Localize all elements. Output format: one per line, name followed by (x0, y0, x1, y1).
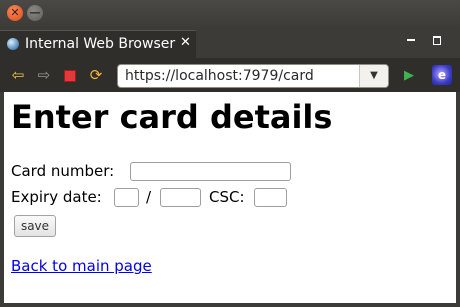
stop-icon[interactable] (60, 65, 80, 85)
expiry-year-input[interactable] (160, 188, 201, 207)
view-minimize-icon[interactable] (407, 39, 415, 41)
expiry-date-label: Expiry date: (11, 188, 102, 206)
go-icon[interactable]: ▶ (398, 65, 420, 87)
refresh-icon[interactable]: ⟳ (86, 65, 106, 85)
csc-label: CSC: (209, 188, 245, 206)
page-content: Enter card details Card number: Expiry d… (4, 92, 456, 303)
forward-arrow-icon[interactable]: ⇨ (34, 65, 54, 85)
url-dropdown-icon[interactable]: ▼ (359, 65, 388, 87)
back-arrow-icon[interactable]: ⇦ (8, 65, 28, 85)
save-button[interactable]: save (14, 215, 56, 237)
url-bar[interactable]: https://localhost:7979/card ▼ (117, 64, 389, 88)
tab-title: Internal Web Browser (25, 36, 176, 52)
url-text[interactable]: https://localhost:7979/card (125, 68, 314, 84)
window-close-button[interactable]: ✕ (7, 5, 23, 21)
card-number-label: Card number: (11, 162, 115, 180)
view-maximize-icon[interactable] (433, 36, 441, 45)
tab-internal-web-browser[interactable]: Internal Web Browser ✕ (0, 30, 196, 59)
tab-bar: Internal Web Browser ✕ (0, 28, 460, 59)
globe-icon (7, 38, 19, 50)
expiry-month-input[interactable] (114, 188, 139, 207)
browser-toolbar: ⇦ ⇨ ⟳ https://localhost:7979/card ▼ ▶ e (0, 58, 460, 92)
csc-input[interactable] (254, 188, 287, 207)
tab-close-icon[interactable]: ✕ (180, 35, 191, 50)
window-minimize-button[interactable]: — (27, 5, 43, 21)
window-titlebar: ✕ — (0, 0, 460, 28)
eclipse-icon[interactable]: e (432, 65, 452, 85)
expiry-separator: / (146, 188, 152, 206)
card-number-input[interactable] (130, 162, 291, 181)
page-title: Enter card details (11, 98, 333, 136)
back-to-main-link[interactable]: Back to main page (11, 257, 152, 275)
